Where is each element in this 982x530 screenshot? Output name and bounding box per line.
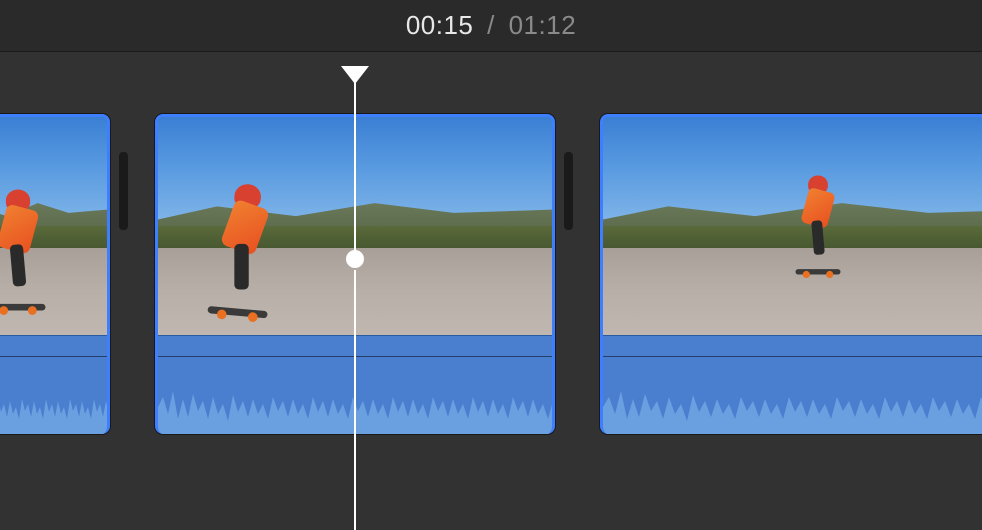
skateboarder-icon <box>787 176 850 275</box>
volume-level-line[interactable] <box>0 356 107 357</box>
total-duration: 01:12 <box>509 10 577 40</box>
clip-audio-waveform[interactable] <box>158 335 552 434</box>
skateboarder-icon <box>195 181 290 320</box>
clip-thumbnail <box>0 117 107 335</box>
clip-trim-handle[interactable] <box>119 152 128 230</box>
current-time: 00:15 <box>406 10 474 40</box>
waveform-icon <box>158 379 555 434</box>
clip-thumbnail <box>603 117 982 335</box>
playhead-marker-icon <box>341 66 369 84</box>
clip-audio-waveform[interactable] <box>603 335 982 434</box>
time-separator: / <box>487 10 495 40</box>
clip-trim-handle[interactable] <box>564 152 573 230</box>
timeline[interactable] <box>0 52 982 521</box>
timecode-display: 00:15 / 01:12 <box>406 10 576 41</box>
waveform-icon <box>0 379 110 434</box>
video-clip[interactable] <box>600 114 982 434</box>
waveform-icon <box>603 379 982 434</box>
timecode-header: 00:15 / 01:12 <box>0 0 982 52</box>
volume-level-line[interactable] <box>603 356 982 357</box>
skateboarder-icon <box>0 190 57 311</box>
video-clip[interactable] <box>0 114 110 434</box>
volume-level-line[interactable] <box>158 356 552 357</box>
clips-row <box>0 114 982 434</box>
clip-audio-waveform[interactable] <box>0 335 107 434</box>
clip-thumbnail <box>158 117 552 335</box>
video-clip[interactable] <box>155 114 555 434</box>
